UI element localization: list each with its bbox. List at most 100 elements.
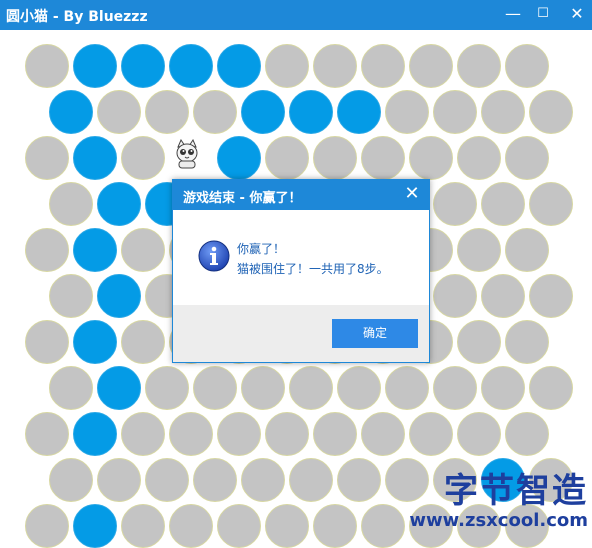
empty-cell[interactable] (313, 504, 357, 548)
blocked-cell[interactable] (73, 136, 117, 180)
empty-cell[interactable] (361, 504, 405, 548)
empty-cell[interactable] (97, 90, 141, 134)
empty-cell[interactable] (265, 504, 309, 548)
empty-cell[interactable] (25, 320, 69, 364)
empty-cell[interactable] (481, 366, 525, 410)
blocked-cell[interactable] (97, 182, 141, 226)
empty-cell[interactable] (145, 366, 189, 410)
empty-cell[interactable] (193, 90, 237, 134)
ok-button[interactable]: 确定 (332, 319, 418, 348)
empty-cell[interactable] (289, 366, 333, 410)
empty-cell[interactable] (457, 412, 501, 456)
empty-cell[interactable] (193, 366, 237, 410)
empty-cell[interactable] (409, 412, 453, 456)
empty-cell[interactable] (217, 412, 261, 456)
empty-cell[interactable] (481, 182, 525, 226)
empty-cell[interactable] (529, 90, 573, 134)
blocked-cell[interactable] (73, 320, 117, 364)
empty-cell[interactable] (361, 136, 405, 180)
blocked-cell[interactable] (289, 90, 333, 134)
dialog-footer: 确定 (173, 305, 429, 362)
empty-cell[interactable] (25, 504, 69, 548)
empty-cell[interactable] (409, 136, 453, 180)
empty-cell[interactable] (409, 44, 453, 88)
blocked-cell[interactable] (73, 44, 117, 88)
empty-cell[interactable] (361, 44, 405, 88)
empty-cell[interactable] (505, 136, 549, 180)
empty-cell[interactable] (385, 366, 429, 410)
blocked-cell[interactable] (73, 504, 117, 548)
empty-cell[interactable] (457, 228, 501, 272)
empty-cell[interactable] (25, 412, 69, 456)
empty-cell[interactable] (385, 90, 429, 134)
empty-cell[interactable] (217, 504, 261, 548)
empty-cell[interactable] (457, 44, 501, 88)
empty-cell[interactable] (313, 44, 357, 88)
empty-cell[interactable] (505, 44, 549, 88)
empty-cell[interactable] (97, 458, 141, 502)
blocked-cell[interactable] (121, 44, 165, 88)
empty-cell[interactable] (433, 90, 477, 134)
empty-cell[interactable] (241, 458, 285, 502)
empty-cell[interactable] (289, 458, 333, 502)
blocked-cell[interactable] (73, 228, 117, 272)
dialog-body: 你赢了！ 猫被围住了！一共用了8步。 (173, 210, 429, 305)
empty-cell[interactable] (241, 366, 285, 410)
empty-cell[interactable] (49, 458, 93, 502)
minimize-button[interactable]: — (498, 0, 528, 30)
blocked-cell[interactable] (169, 44, 213, 88)
maximize-button[interactable]: ☐ (528, 0, 558, 30)
blocked-cell[interactable] (97, 366, 141, 410)
game-over-dialog: 游戏结束 - 你赢了！ ✕ 你赢了！ 猫被围住了！一共用了8步。 确定 (172, 179, 430, 363)
empty-cell[interactable] (49, 182, 93, 226)
empty-cell[interactable] (505, 228, 549, 272)
empty-cell[interactable] (121, 412, 165, 456)
close-button[interactable]: ✕ (562, 0, 592, 30)
empty-cell[interactable] (121, 320, 165, 364)
empty-cell[interactable] (265, 412, 309, 456)
empty-cell[interactable] (505, 320, 549, 364)
blocked-cell[interactable] (337, 90, 381, 134)
empty-cell[interactable] (361, 412, 405, 456)
dialog-close-button[interactable]: ✕ (401, 183, 423, 205)
empty-cell[interactable] (49, 366, 93, 410)
empty-cell[interactable] (25, 228, 69, 272)
empty-cell[interactable] (529, 182, 573, 226)
blocked-cell[interactable] (217, 44, 261, 88)
empty-cell[interactable] (121, 136, 165, 180)
empty-cell[interactable] (457, 136, 501, 180)
empty-cell[interactable] (265, 44, 309, 88)
watermark-text: 字节智造 (444, 471, 588, 511)
empty-cell[interactable] (505, 412, 549, 456)
empty-cell[interactable] (169, 412, 213, 456)
empty-cell[interactable] (337, 366, 381, 410)
empty-cell[interactable] (433, 366, 477, 410)
blocked-cell[interactable] (241, 90, 285, 134)
empty-cell[interactable] (145, 458, 189, 502)
empty-cell[interactable] (193, 458, 237, 502)
empty-cell[interactable] (433, 274, 477, 318)
empty-cell[interactable] (265, 136, 309, 180)
empty-cell[interactable] (433, 182, 477, 226)
blocked-cell[interactable] (217, 136, 261, 180)
empty-cell[interactable] (337, 458, 381, 502)
empty-cell[interactable] (529, 274, 573, 318)
empty-cell[interactable] (313, 136, 357, 180)
empty-cell[interactable] (169, 504, 213, 548)
empty-cell[interactable] (25, 44, 69, 88)
watermark: 字节智造 www.zsxcool.com (409, 472, 588, 532)
empty-cell[interactable] (529, 366, 573, 410)
dialog-title-bar: 游戏结束 - 你赢了！ ✕ (173, 180, 429, 210)
blocked-cell[interactable] (73, 412, 117, 456)
blocked-cell[interactable] (49, 90, 93, 134)
empty-cell[interactable] (25, 136, 69, 180)
empty-cell[interactable] (121, 504, 165, 548)
empty-cell[interactable] (145, 90, 189, 134)
empty-cell[interactable] (121, 228, 165, 272)
empty-cell[interactable] (313, 412, 357, 456)
empty-cell[interactable] (481, 90, 525, 134)
empty-cell[interactable] (49, 274, 93, 318)
empty-cell[interactable] (481, 274, 525, 318)
empty-cell[interactable] (457, 320, 501, 364)
blocked-cell[interactable] (97, 274, 141, 318)
